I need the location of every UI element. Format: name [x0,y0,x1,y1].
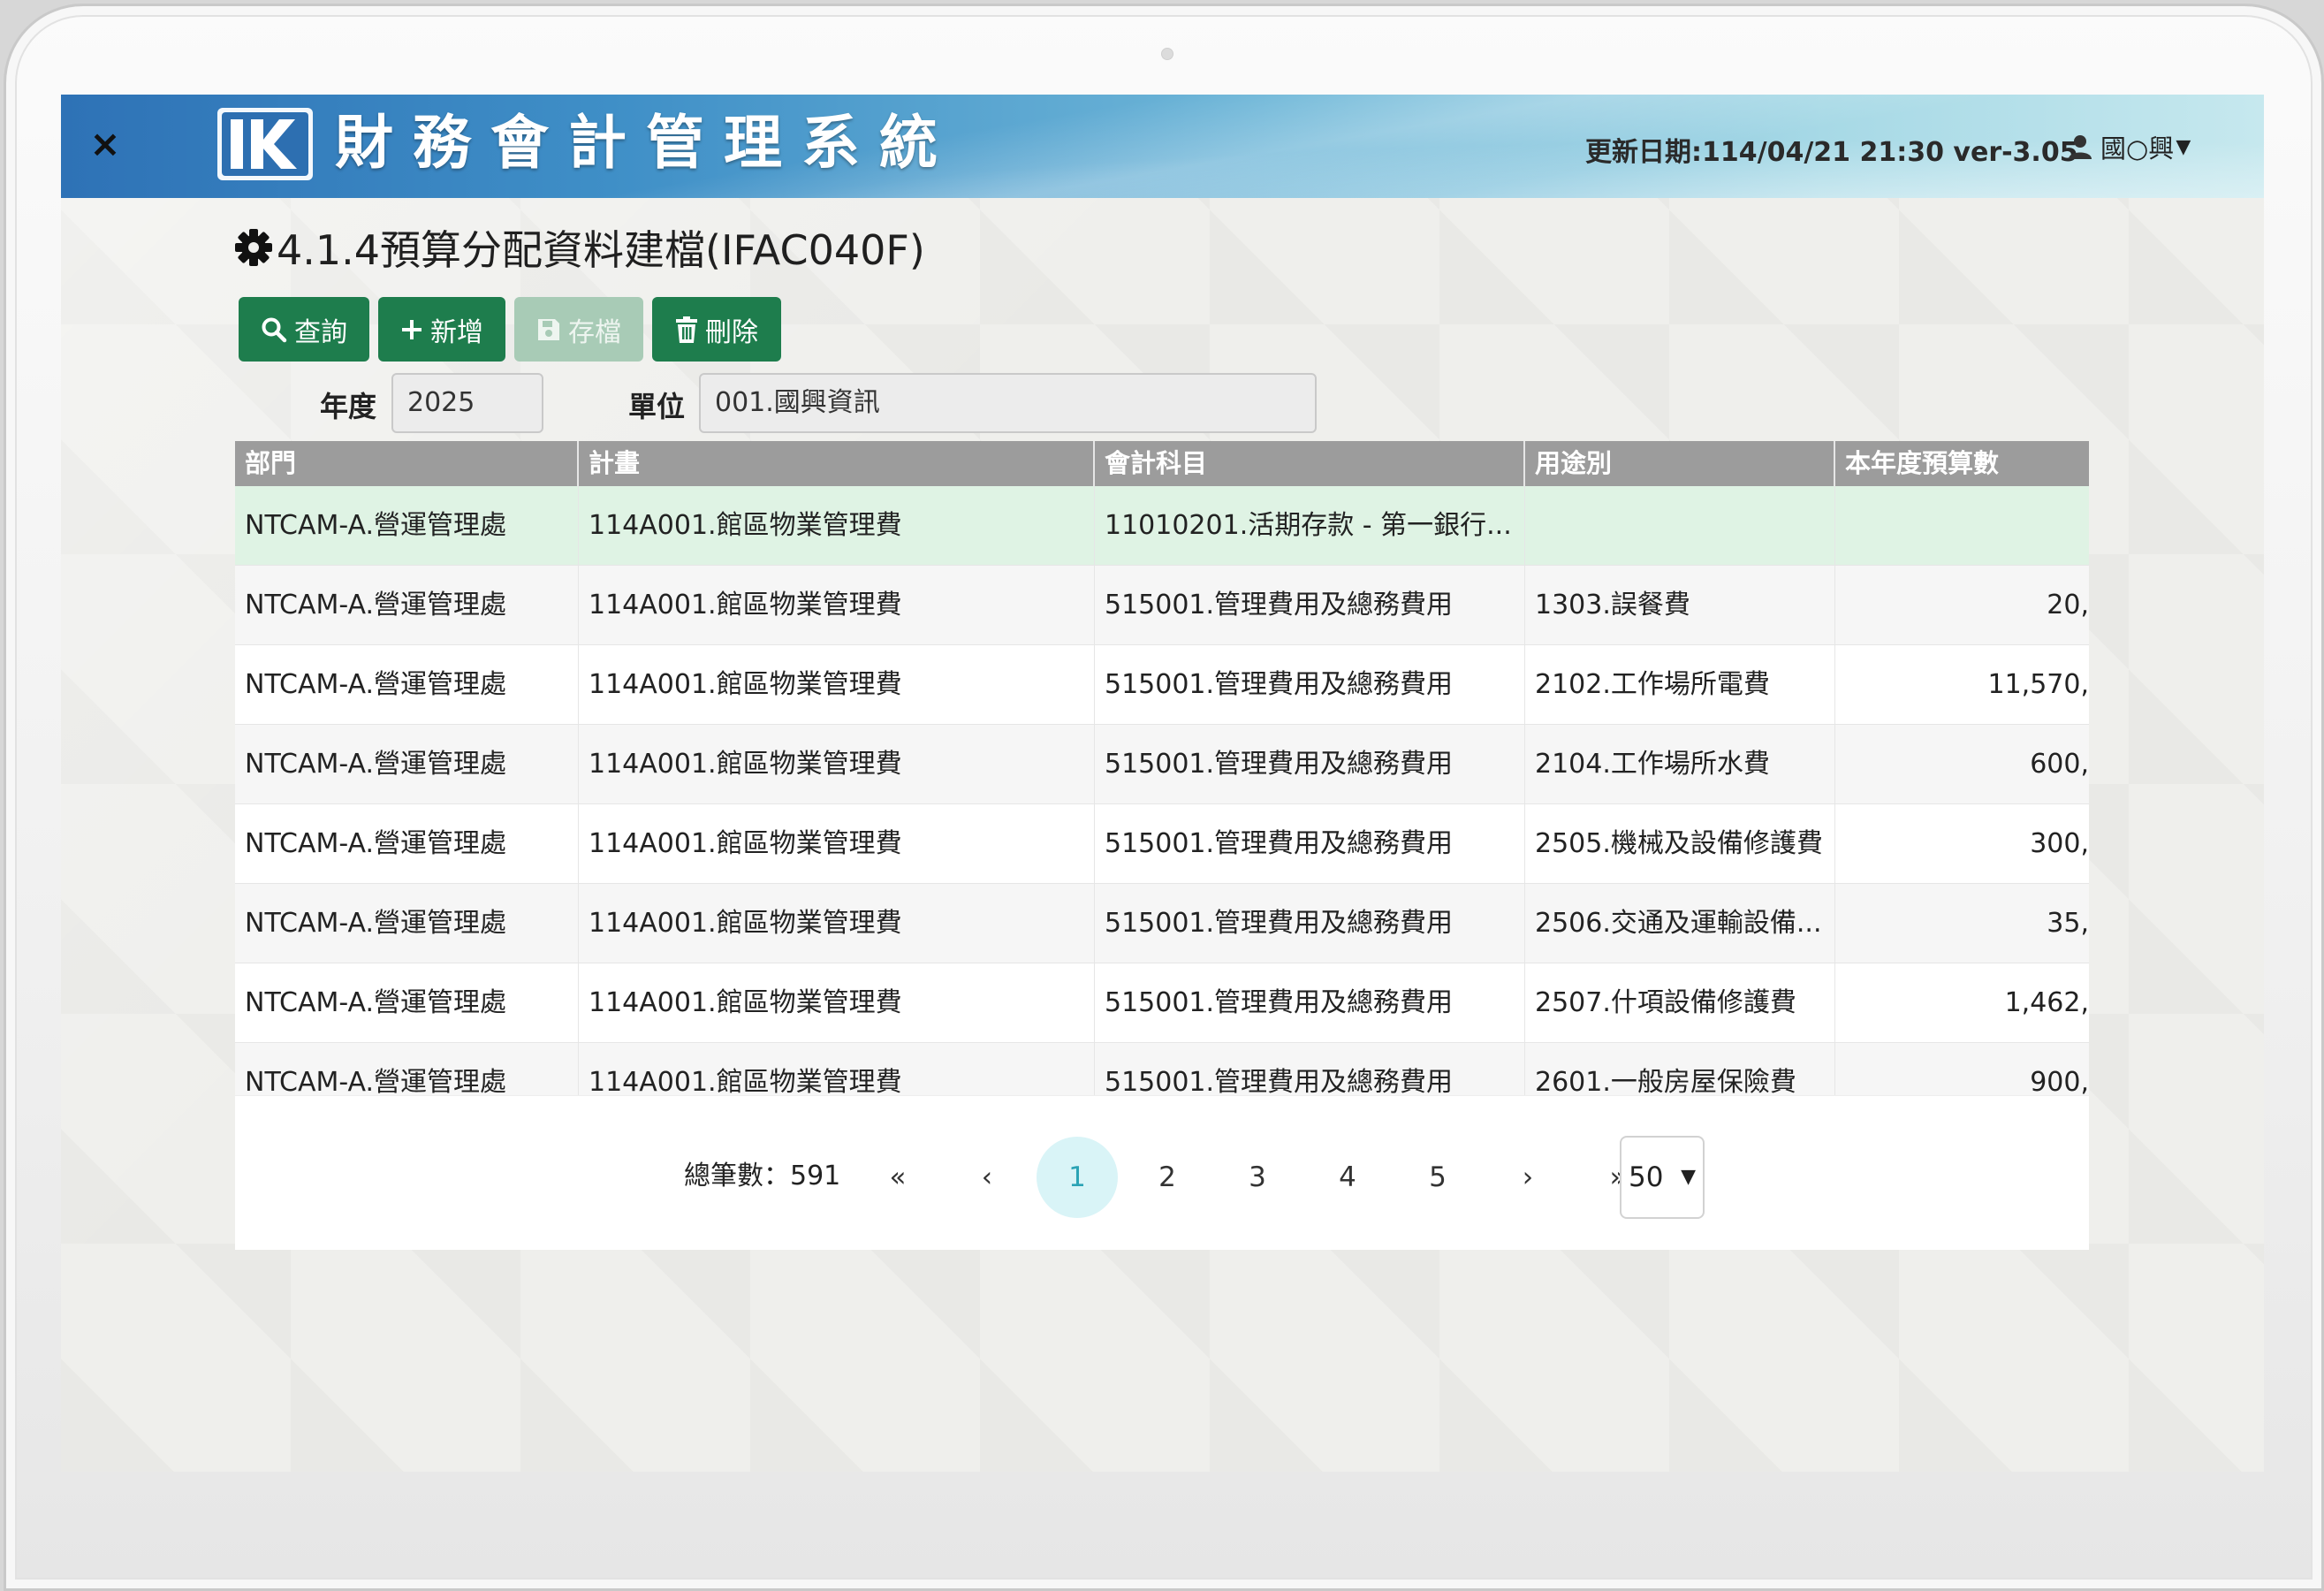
search-icon [262,317,287,342]
page-button-3[interactable]: 3 [1217,1137,1298,1218]
user-menu[interactable]: 國○興 ▼ [2067,128,2191,165]
camera-dot [1161,48,1173,60]
table-body: NTCAM-A.營運管理處 114A001.館區物業管理費 11010201.活… [235,486,2089,1123]
year-label: 年度 [320,390,377,423]
page-size-value: 50 [1629,1161,1664,1193]
table-row[interactable]: NTCAM-A.營運管理處 114A001.館區物業管理費 515001.管理費… [235,645,2089,725]
company-logo [217,108,313,180]
query-button[interactable]: 查詢 [239,297,369,362]
app-header: × 財務會計管理系統 更新日期:114/04/21 21:30 ver-3.05… [61,95,2264,198]
table-row[interactable]: NTCAM-A.營運管理處 114A001.館區物業管理費 515001.管理費… [235,884,2089,963]
floppy-disk-icon [538,318,559,340]
user-name: 國○興 [2100,133,2175,164]
page-button-4[interactable]: 4 [1307,1137,1388,1218]
app-title: 財務會計管理系統 [335,109,957,177]
unit-field[interactable]: 001.國興資訊 [699,373,1317,433]
save-button[interactable]: 存檔 [514,297,643,362]
page-size-select[interactable]: 50 ▼ [1620,1136,1705,1219]
column-header-budget[interactable]: 本年度預算數 [1835,441,2089,486]
page-button-1[interactable]: 1 [1037,1137,1118,1218]
caret-down-icon: ▼ [2176,135,2191,158]
year-field[interactable]: 2025 [391,373,543,433]
budget-table: 部門 計畫 會計科目 用途別 本年度預算數 NTCAM-A.營運管理處 114A… [235,441,2089,1250]
next-page-button[interactable]: › [1487,1137,1568,1218]
delete-button[interactable]: 刪除 [652,297,781,362]
table-row[interactable]: NTCAM-A.營運管理處 114A001.館區物業管理費 11010201.活… [235,486,2089,566]
user-icon [2069,135,2092,159]
table-row[interactable]: NTCAM-A.營運管理處 114A001.館區物業管理費 515001.管理費… [235,963,2089,1043]
total-count: 總筆數：591 [684,1153,840,1192]
table-row[interactable]: NTCAM-A.營運管理處 114A001.館區物業管理費 515001.管理費… [235,804,2089,884]
column-header-department[interactable]: 部門 [235,441,579,486]
unit-label: 單位 [628,390,686,423]
trash-icon [676,316,697,343]
column-header-project[interactable]: 計畫 [579,441,1095,486]
prev-page-button[interactable]: ‹ [946,1137,1028,1218]
toolbar: 查詢 新增 存檔 刪除 [239,297,781,362]
app-screen: × 財務會計管理系統 更新日期:114/04/21 21:30 ver-3.05… [61,95,2264,1472]
plus-icon [402,319,422,339]
close-icon[interactable]: × [87,126,123,163]
column-header-purpose[interactable]: 用途別 [1525,441,1835,486]
column-header-account[interactable]: 會計科目 [1095,441,1525,486]
add-button[interactable]: 新增 [378,297,505,362]
update-info: 更新日期:114/04/21 21:30 ver-3.05 [1585,137,2078,168]
first-page-button[interactable]: « [857,1137,938,1218]
total-label: 總筆數： [684,1161,790,1191]
total-value: 591 [790,1161,841,1191]
page-title-text: 4.1.4預算分配資料建檔(IFAC040F) [277,226,925,274]
page-button-5[interactable]: 5 [1397,1137,1478,1218]
page-button-2[interactable]: 2 [1127,1137,1208,1218]
table-row[interactable]: NTCAM-A.營運管理處 114A001.館區物業管理費 515001.管理費… [235,725,2089,804]
table-row[interactable]: NTCAM-A.營運管理處 114A001.館區物業管理費 515001.管理費… [235,566,2089,645]
page-title: 4.1.4預算分配資料建檔(IFAC040F) [234,218,925,277]
chevron-down-icon: ▼ [1681,1166,1696,1188]
pagination: 總筆數：591 « ‹ 1 2 3 4 5 › » 50 ▼ [235,1095,2089,1250]
gear-icon [235,229,272,266]
table-header: 部門 計畫 會計科目 用途別 本年度預算數 [235,441,2089,486]
